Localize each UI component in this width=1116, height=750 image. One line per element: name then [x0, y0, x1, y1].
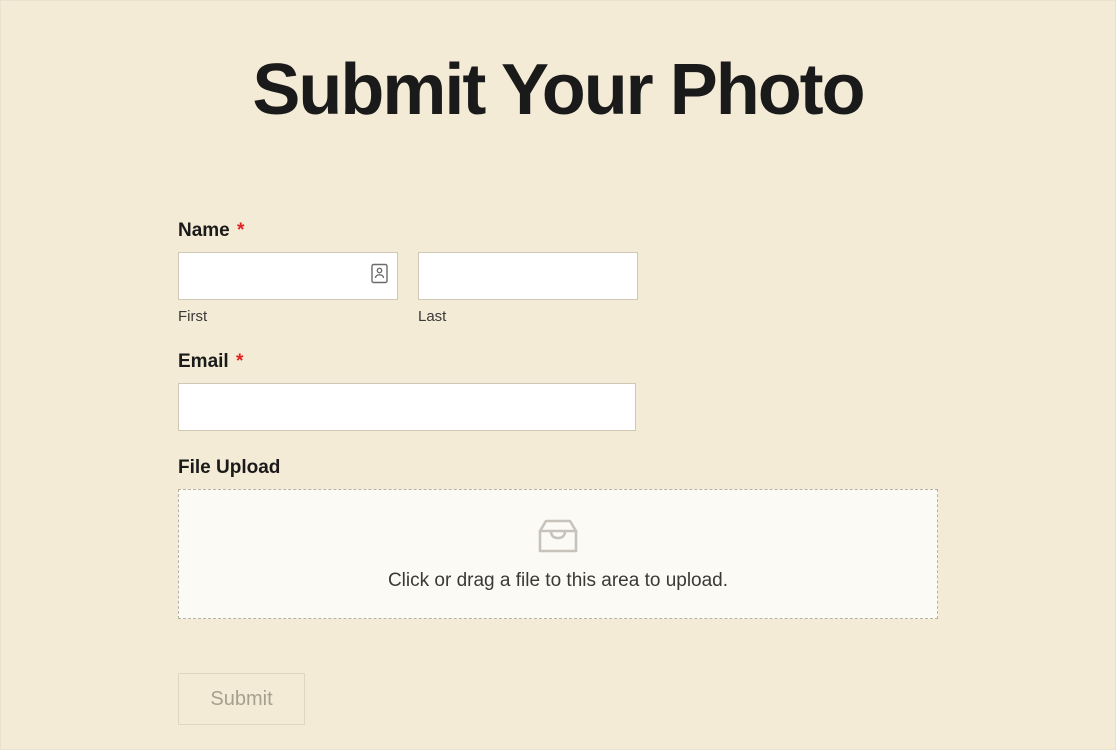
- email-label-text: Email: [178, 351, 229, 372]
- photo-submit-form: Name *: [178, 220, 938, 725]
- name-row: First Last: [178, 252, 938, 325]
- file-upload-field-group: File Upload Click or drag a file to this…: [178, 457, 938, 619]
- submit-button[interactable]: Submit: [178, 673, 305, 725]
- file-upload-label-text: File Upload: [178, 457, 280, 478]
- first-name-sublabel: First: [178, 308, 398, 325]
- first-name-input[interactable]: [178, 252, 398, 300]
- file-upload-dropzone[interactable]: Click or drag a file to this area to upl…: [178, 489, 938, 619]
- first-name-input-wrap: [178, 252, 398, 300]
- archive-box-icon: [536, 517, 580, 560]
- form-container: Submit Your Photo Name *: [178, 1, 938, 725]
- email-input[interactable]: [178, 383, 636, 431]
- name-field-group: Name *: [178, 220, 938, 325]
- email-field-group: Email *: [178, 351, 938, 431]
- first-name-subfield: First: [178, 252, 398, 325]
- email-required-marker: *: [236, 351, 243, 372]
- name-label: Name *: [178, 220, 938, 242]
- last-name-subfield: Last: [418, 252, 638, 325]
- email-label: Email *: [178, 351, 938, 373]
- file-upload-label: File Upload: [178, 457, 938, 479]
- page-canvas: Submit Your Photo Name *: [0, 0, 1116, 750]
- last-name-input[interactable]: [418, 252, 638, 300]
- name-required-marker: *: [237, 220, 244, 241]
- dropzone-text: Click or drag a file to this area to upl…: [388, 570, 728, 592]
- name-label-text: Name: [178, 220, 230, 241]
- page-title: Submit Your Photo: [178, 51, 938, 130]
- last-name-sublabel: Last: [418, 308, 638, 325]
